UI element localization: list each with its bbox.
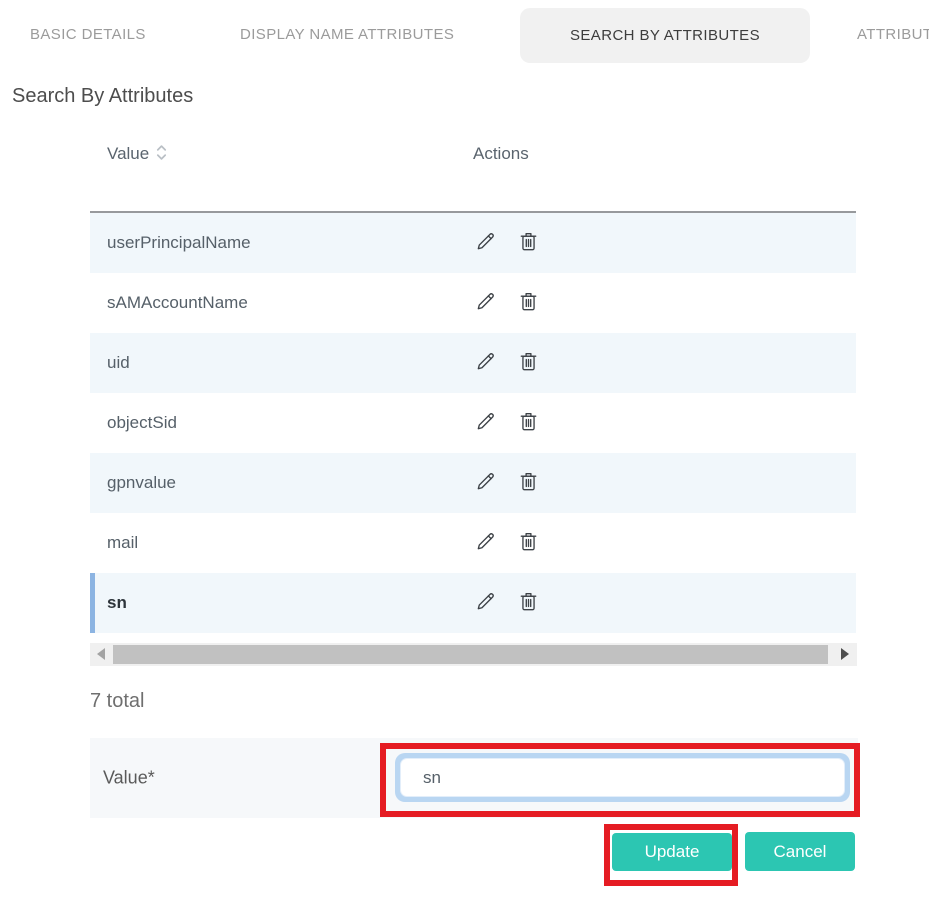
- edit-button[interactable]: [473, 231, 497, 255]
- trash-icon: [517, 530, 540, 556]
- delete-button[interactable]: [516, 351, 540, 375]
- table-row[interactable]: userPrincipalName: [90, 213, 856, 273]
- row-actions: [473, 291, 540, 315]
- table-row[interactable]: objectSid: [90, 393, 856, 453]
- pencil-icon: [474, 230, 497, 256]
- pencil-icon: [474, 350, 497, 376]
- cancel-button[interactable]: Cancel: [745, 832, 855, 871]
- tab-display-name-attributes[interactable]: DISPLAY NAME ATTRIBUTES: [240, 26, 454, 43]
- delete-button[interactable]: [516, 531, 540, 555]
- attributes-table: userPrincipalName sAMAccountName uid obj…: [90, 213, 856, 633]
- row-value-label: uid: [107, 353, 130, 373]
- search-by-attributes-panel: BASIC DETAILS DISPLAY NAME ATTRIBUTES SE…: [0, 0, 929, 900]
- tab-search-by-attributes[interactable]: SEARCH BY ATTRIBUTES: [520, 8, 810, 63]
- trash-icon: [517, 230, 540, 256]
- page-title: Search By Attributes: [12, 85, 193, 108]
- trash-icon: [517, 350, 540, 376]
- tab-attributes-truncated[interactable]: ATTRIBUT: [857, 26, 929, 43]
- row-actions: [473, 531, 540, 555]
- row-value-label: gpnvalue: [107, 473, 176, 493]
- edit-button[interactable]: [473, 411, 497, 435]
- trash-icon: [517, 410, 540, 436]
- delete-button[interactable]: [516, 411, 540, 435]
- total-count-label: 7 total: [90, 690, 144, 713]
- value-form-row: Value*: [90, 738, 858, 818]
- delete-button[interactable]: [516, 291, 540, 315]
- edit-button[interactable]: [473, 291, 497, 315]
- pencil-icon: [474, 290, 497, 316]
- update-button[interactable]: Update: [612, 833, 732, 871]
- column-header-value: Value: [107, 144, 167, 164]
- pencil-icon: [474, 590, 497, 616]
- row-value-label: sn: [107, 593, 127, 613]
- table-row-selected[interactable]: sn: [90, 573, 856, 633]
- trash-icon: [517, 470, 540, 496]
- column-header-value-label: Value: [107, 144, 149, 164]
- scrollbar-thumb[interactable]: [113, 645, 828, 664]
- edit-button[interactable]: [473, 531, 497, 555]
- sort-icon: [156, 144, 167, 164]
- selected-row-accent-bar: [90, 573, 95, 633]
- row-actions: [473, 591, 540, 615]
- table-row[interactable]: gpnvalue: [90, 453, 856, 513]
- trash-icon: [517, 290, 540, 316]
- delete-button[interactable]: [516, 471, 540, 495]
- table-row[interactable]: mail: [90, 513, 856, 573]
- row-value-label: objectSid: [107, 413, 177, 433]
- trash-icon: [517, 590, 540, 616]
- value-field-label: Value*: [103, 768, 155, 789]
- delete-button[interactable]: [516, 231, 540, 255]
- edit-button[interactable]: [473, 351, 497, 375]
- edit-button[interactable]: [473, 591, 497, 615]
- row-value-label: sAMAccountName: [107, 293, 248, 313]
- edit-button[interactable]: [473, 471, 497, 495]
- sort-button[interactable]: [156, 144, 167, 164]
- table-row[interactable]: sAMAccountName: [90, 273, 856, 333]
- arrow-right-icon[interactable]: [841, 648, 849, 660]
- row-actions: [473, 411, 540, 435]
- pencil-icon: [474, 530, 497, 556]
- row-value-label: userPrincipalName: [107, 233, 251, 253]
- row-value-label: mail: [107, 533, 138, 553]
- delete-button[interactable]: [516, 591, 540, 615]
- row-actions: [473, 471, 540, 495]
- column-header-actions: Actions: [473, 144, 529, 164]
- tab-basic-details[interactable]: BASIC DETAILS: [30, 26, 146, 43]
- row-actions: [473, 351, 540, 375]
- row-actions: [473, 231, 540, 255]
- pencil-icon: [474, 410, 497, 436]
- value-input[interactable]: [400, 758, 845, 797]
- horizontal-scrollbar[interactable]: [90, 643, 857, 666]
- arrow-left-icon[interactable]: [97, 648, 105, 660]
- value-input-focus-ring: [395, 753, 850, 802]
- table-row[interactable]: uid: [90, 333, 856, 393]
- pencil-icon: [474, 470, 497, 496]
